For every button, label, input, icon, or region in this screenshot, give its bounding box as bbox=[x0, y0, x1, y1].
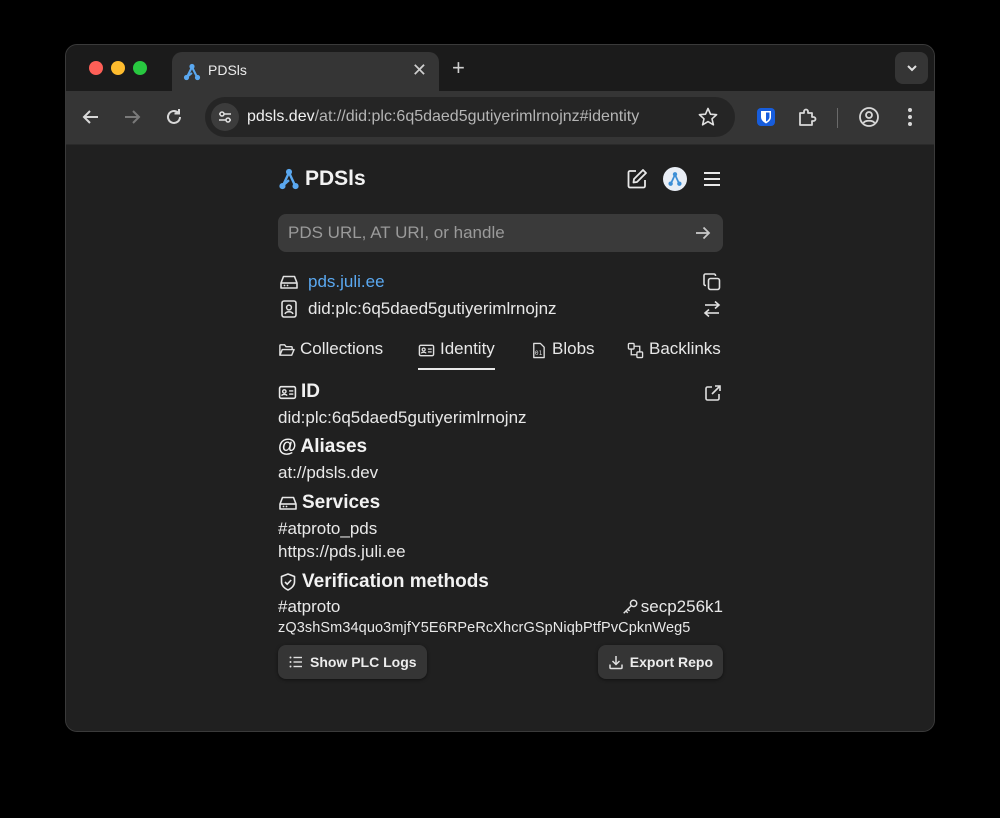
edit-icon[interactable] bbox=[625, 167, 649, 191]
site-favicon-icon bbox=[182, 62, 202, 82]
section-title-text: Aliases bbox=[300, 436, 368, 457]
extensions-puzzle-icon[interactable] bbox=[795, 105, 819, 129]
tab-blobs[interactable]: 01 Blobs bbox=[530, 339, 595, 371]
section-verification-title: Verification methods bbox=[278, 571, 489, 593]
tab-bar: PDSls ✕ + bbox=[66, 45, 934, 91]
at-sign-icon: @ bbox=[278, 436, 297, 457]
section-id-title: ID bbox=[278, 381, 320, 403]
page-column: PDSls PDS URL, AT URI, or handle pds.jul… bbox=[278, 145, 723, 731]
url-host: pdsls.dev bbox=[247, 108, 315, 125]
section-services-title: Services bbox=[278, 492, 380, 514]
window-controls bbox=[89, 61, 147, 75]
arrow-right-icon bbox=[125, 110, 141, 124]
id-card-icon bbox=[278, 385, 297, 399]
alias-value: at://pdsls.dev bbox=[278, 463, 379, 482]
minimize-window-button[interactable] bbox=[111, 61, 125, 75]
search-bar bbox=[278, 214, 723, 252]
browser-menu-icon[interactable] bbox=[898, 105, 922, 129]
button-label: Show PLC Logs bbox=[310, 654, 417, 670]
browser-toolbar: pdsls.dev/at://did:plc:6q5daed5gutiyerim… bbox=[66, 91, 934, 145]
tab-collections[interactable]: Collections bbox=[278, 339, 383, 371]
close-window-button[interactable] bbox=[89, 61, 103, 75]
new-tab-button[interactable]: + bbox=[452, 55, 465, 81]
browser-window: PDSls ✕ + pdsls.dev/at://did:plc:6q5daed… bbox=[65, 44, 935, 732]
tab-title: PDSls bbox=[208, 62, 247, 78]
browser-tab-active[interactable]: PDSls ✕ bbox=[172, 52, 439, 91]
arrow-left-icon bbox=[82, 110, 98, 124]
forward-button[interactable] bbox=[120, 105, 144, 129]
tab-backlinks[interactable]: Backlinks bbox=[627, 339, 721, 371]
brand-logo[interactable]: PDSls bbox=[278, 167, 366, 191]
id-card-icon bbox=[418, 344, 435, 357]
download-icon bbox=[609, 656, 623, 670]
binary-file-icon: 01 bbox=[533, 342, 545, 359]
hamburger-menu-icon[interactable] bbox=[701, 168, 723, 190]
copy-icon[interactable] bbox=[701, 271, 723, 293]
hard-drive-icon bbox=[278, 271, 300, 293]
key-type-text: secp256k1 bbox=[640, 597, 723, 616]
maximize-window-button[interactable] bbox=[133, 61, 147, 75]
public-key-value: zQ3shSm34quo3mjfY5E6RPeRcXhcrGSpNiqbPtfP… bbox=[278, 620, 691, 636]
service-id: #atproto_pds bbox=[278, 519, 378, 538]
brand-title: PDSls bbox=[305, 167, 366, 190]
tab-label: Collections bbox=[300, 339, 384, 358]
url-path: /at://did:plc:6q5daed5gutiyerimlrnojnz#i… bbox=[314, 108, 640, 125]
key-type-label: secp256k1 bbox=[621, 597, 723, 617]
address-bar[interactable]: pdsls.dev/at://did:plc:6q5daed5gutiyerim… bbox=[205, 97, 735, 137]
bitwarden-extension-icon[interactable] bbox=[754, 105, 778, 129]
verification-id: #atproto bbox=[278, 597, 341, 616]
external-link-icon[interactable] bbox=[703, 383, 723, 408]
pds-host-link[interactable]: pds.juli.ee bbox=[308, 272, 385, 292]
tab-search-button[interactable] bbox=[895, 52, 928, 84]
reload-button[interactable] bbox=[162, 105, 186, 129]
section-title-text: Services bbox=[302, 492, 381, 513]
link-nodes-icon bbox=[627, 342, 644, 359]
svg-text:01: 01 bbox=[535, 350, 543, 357]
contact-card-icon bbox=[278, 298, 300, 320]
user-avatar[interactable] bbox=[663, 167, 687, 191]
reload-icon bbox=[167, 109, 181, 124]
tab-label: Identity bbox=[440, 339, 495, 358]
repo-tabs: Collections Identity 01 Blobs Backlinks bbox=[278, 339, 723, 371]
tab-identity[interactable]: Identity bbox=[418, 339, 495, 371]
service-endpoint-link[interactable]: https://pds.juli.ee bbox=[278, 542, 406, 562]
did-text: did:plc:6q5daed5gutiyerimlrnojnz bbox=[308, 299, 557, 318]
id-value: did:plc:6q5daed5gutiyerimlrnojnz bbox=[278, 408, 527, 427]
key-icon bbox=[622, 599, 638, 614]
tab-label: Blobs bbox=[552, 339, 595, 358]
section-aliases-title: @ Aliases bbox=[278, 436, 367, 458]
tab-label: Backlinks bbox=[649, 339, 721, 358]
tab-close-icon[interactable]: ✕ bbox=[412, 60, 427, 81]
site-settings-icon[interactable] bbox=[211, 103, 239, 131]
toolbar-divider bbox=[837, 108, 838, 128]
list-icon bbox=[289, 656, 302, 668]
show-plc-logs-button[interactable]: Show PLC Logs bbox=[278, 645, 427, 679]
search-input[interactable] bbox=[278, 214, 678, 252]
swap-arrows-icon[interactable] bbox=[701, 298, 723, 320]
button-label: Export Repo bbox=[629, 654, 713, 670]
chevron-down-icon bbox=[906, 65, 917, 72]
section-title-text: ID bbox=[301, 381, 320, 402]
pds-row: pds.juli.ee bbox=[278, 271, 723, 293]
pdsls-logo-icon bbox=[279, 168, 299, 190]
hard-drive-icon bbox=[279, 496, 297, 510]
arrow-right-icon[interactable] bbox=[693, 223, 713, 248]
section-title-text: Verification methods bbox=[302, 571, 489, 592]
export-repo-button[interactable]: Export Repo bbox=[597, 645, 723, 679]
folder-open-icon bbox=[279, 344, 295, 356]
profile-icon[interactable] bbox=[857, 105, 881, 129]
did-row: did:plc:6q5daed5gutiyerimlrnojnz bbox=[278, 298, 723, 320]
url-text: pdsls.dev/at://did:plc:6q5daed5gutiyerim… bbox=[247, 108, 639, 126]
page-viewport: PDSls PDS URL, AT URI, or handle pds.jul… bbox=[66, 145, 934, 731]
shield-check-icon bbox=[280, 573, 296, 591]
bookmark-star-icon[interactable] bbox=[697, 106, 719, 133]
header-actions bbox=[625, 167, 723, 191]
back-button[interactable] bbox=[79, 105, 103, 129]
